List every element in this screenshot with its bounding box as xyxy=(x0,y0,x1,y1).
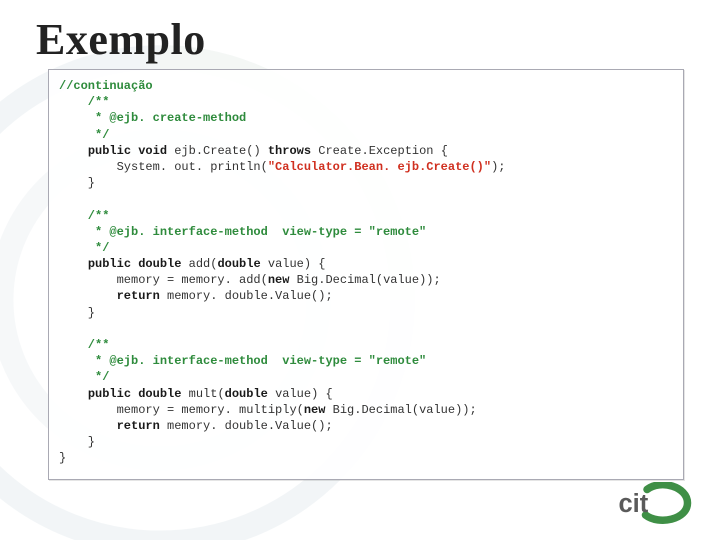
code-keyword: new xyxy=(304,403,326,417)
code-text: value) { xyxy=(261,257,326,271)
code-text: value) { xyxy=(268,387,333,401)
code-comment: * @ejb. interface-method view-type = "re… xyxy=(59,354,426,368)
code-comment: //continuação xyxy=(59,79,153,93)
code-text: memory. double.Value(); xyxy=(160,419,333,433)
code-text xyxy=(59,289,117,303)
code-text: ejb.Create() xyxy=(167,144,268,158)
code-text xyxy=(59,419,117,433)
code-comment: /** xyxy=(59,209,109,223)
code-text: memory = memory. add( xyxy=(59,273,268,287)
code-keyword: throws xyxy=(268,144,311,158)
code-text xyxy=(59,257,88,271)
code-example-box: //continuação /** * @ejb. create-method … xyxy=(48,69,684,480)
code-comment: /** xyxy=(59,95,109,109)
code-comment: * @ejb. create-method xyxy=(59,111,246,125)
code-keyword: public void xyxy=(88,144,167,158)
brand-logo: cit xyxy=(608,482,698,524)
code-text: Big.Decimal(value)); xyxy=(325,403,476,417)
slide: Exemplo //continuação /** * @ejb. create… xyxy=(0,0,720,540)
code-text: } xyxy=(59,435,95,449)
code-text: } xyxy=(59,306,95,320)
code-text: memory. double.Value(); xyxy=(160,289,333,303)
code-comment: /** xyxy=(59,338,109,352)
code-keyword: public double xyxy=(88,387,182,401)
code-comment: * @ejb. interface-method view-type = "re… xyxy=(59,225,426,239)
code-comment: */ xyxy=(59,241,109,255)
code-text: mult( xyxy=(181,387,224,401)
code-text: } xyxy=(59,176,95,190)
code-string: "Calculator.Bean. ejb.Create()" xyxy=(268,160,491,174)
code-comment: */ xyxy=(59,370,109,384)
code-text: Create.Exception { xyxy=(311,144,448,158)
code-block: //continuação /** * @ejb. create-method … xyxy=(59,78,673,467)
code-keyword: double xyxy=(217,257,260,271)
code-text: } xyxy=(59,451,66,465)
slide-title: Exemplo xyxy=(0,0,720,67)
code-keyword: new xyxy=(268,273,290,287)
code-keyword: return xyxy=(117,289,160,303)
code-text: Big.Decimal(value)); xyxy=(289,273,440,287)
logo-text: cit xyxy=(619,490,649,518)
code-text: memory = memory. multiply( xyxy=(59,403,304,417)
code-text: add( xyxy=(181,257,217,271)
code-text: System. out. println( xyxy=(59,160,268,174)
code-keyword: double xyxy=(225,387,268,401)
code-keyword: public double xyxy=(88,257,182,271)
code-keyword: return xyxy=(117,419,160,433)
code-text xyxy=(59,144,88,158)
code-text xyxy=(59,387,88,401)
code-text: ); xyxy=(491,160,505,174)
code-comment: */ xyxy=(59,128,109,142)
